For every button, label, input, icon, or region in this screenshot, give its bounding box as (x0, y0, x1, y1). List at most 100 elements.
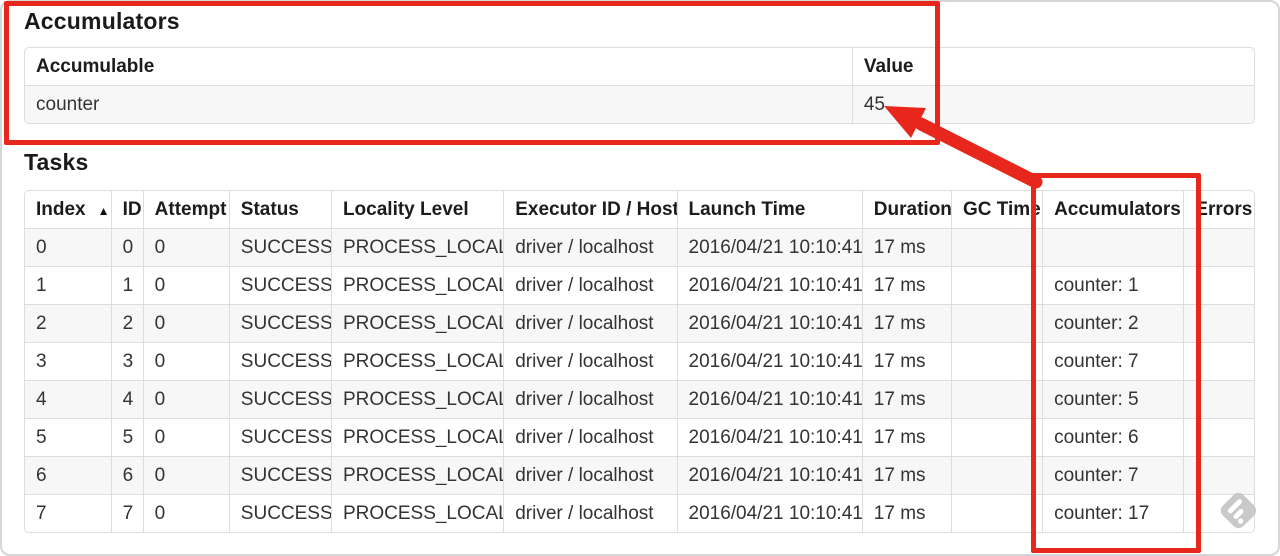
task-cell-errors (1183, 228, 1254, 267)
task-cell-status: SUCCESS (228, 304, 332, 343)
column-header-executor-id-host[interactable]: Executor ID / Host (503, 191, 677, 229)
spark-stage-detail-page: Accumulators Accumulable Value counter 45 … (0, 0, 1280, 556)
task-cell-attempt: 0 (142, 418, 230, 457)
task-cell-executor-id-host: driver / localhost (503, 494, 677, 532)
sort-ascending-icon: ▲ (97, 203, 110, 218)
task-cell-gc-time (950, 342, 1043, 381)
task-cell-index: 6 (25, 456, 112, 495)
accumulable-name-cell: counter (25, 85, 853, 123)
column-header-value[interactable]: Value (851, 48, 1254, 86)
task-cell-gc-time (950, 304, 1043, 343)
task-cell-launch-time: 2016/04/21 10:10:41 (676, 304, 863, 343)
accumulable-table: Accumulable Value counter 45 (24, 47, 1255, 124)
task-cell-id: 0 (110, 228, 144, 267)
task-row: 6 6 0 SUCCESS PROCESS_LOCAL driver / localhos… (25, 456, 1254, 495)
task-cell-gc-time (950, 380, 1043, 419)
task-cell-launch-time: 2016/04/21 10:10:41 (676, 266, 863, 305)
column-header-id[interactable]: ID (110, 191, 144, 229)
task-cell-status: SUCCESS (228, 418, 332, 457)
task-cell-errors (1183, 380, 1254, 419)
task-cell-index: 5 (25, 418, 112, 457)
task-cell-duration: 17 ms (861, 228, 952, 267)
task-cell-accumulators (1042, 228, 1184, 267)
column-header-accumulators[interactable]: Accumulators (1042, 191, 1184, 229)
accumulable-row: counter 45 (25, 85, 1254, 123)
task-cell-duration: 17 ms (861, 494, 952, 532)
task-cell-id: 6 (110, 456, 144, 495)
task-cell-id: 2 (110, 304, 144, 343)
column-header-gc-time[interactable]: GC Time (950, 191, 1043, 229)
task-cell-locality-level: PROCESS_LOCAL (330, 494, 504, 532)
task-cell-attempt: 0 (142, 380, 230, 419)
column-header-label: Locality Level (342, 198, 469, 220)
column-header-label: Errors (1195, 198, 1253, 220)
task-cell-launch-time: 2016/04/21 10:10:41 (676, 380, 863, 419)
column-header-duration[interactable]: Duration (861, 191, 952, 229)
task-cell-status: SUCCESS (228, 380, 332, 419)
task-cell-duration: 17 ms (861, 342, 952, 381)
task-cell-duration: 17 ms (861, 266, 952, 305)
task-cell-index: 1 (25, 266, 112, 305)
task-cell-duration: 17 ms (861, 456, 952, 495)
task-cell-launch-time: 2016/04/21 10:10:41 (676, 418, 863, 457)
task-row: 7 7 0 SUCCESS PROCESS_LOCAL driver / localhos… (25, 494, 1254, 532)
task-cell-errors (1183, 418, 1254, 457)
task-cell-accumulators: counter: 6 (1042, 418, 1184, 457)
accumulators-section-heading: Accumulators (24, 8, 180, 34)
task-cell-launch-time: 2016/04/21 10:10:41 (676, 228, 863, 267)
task-cell-index: 2 (25, 304, 112, 343)
column-header-attempt[interactable]: Attempt (142, 191, 230, 229)
task-cell-attempt: 0 (142, 304, 230, 343)
task-cell-errors (1183, 266, 1254, 305)
task-cell-accumulators: counter: 7 (1042, 456, 1184, 495)
column-header-errors[interactable]: Errors (1183, 191, 1254, 229)
task-cell-accumulators: counter: 7 (1042, 342, 1184, 381)
column-header-accumulable[interactable]: Accumulable (25, 48, 852, 86)
task-cell-id: 4 (110, 380, 144, 419)
task-cell-id: 3 (110, 342, 144, 381)
task-cell-index: 4 (25, 380, 112, 419)
task-cell-launch-time: 2016/04/21 10:10:41 (676, 456, 863, 495)
task-cell-attempt: 0 (142, 456, 230, 495)
task-cell-index: 3 (25, 342, 112, 381)
task-cell-accumulators: counter: 1 (1042, 266, 1184, 305)
tasks-section-heading: Tasks (24, 149, 89, 175)
task-cell-locality-level: PROCESS_LOCAL (330, 266, 504, 305)
task-row: 0 0 0 SUCCESS PROCESS_LOCAL driver / localhos… (25, 228, 1254, 267)
task-cell-duration: 17 ms (861, 304, 952, 343)
task-cell-gc-time (950, 456, 1043, 495)
task-cell-attempt: 0 (142, 228, 230, 267)
column-header-label: Status (240, 198, 299, 220)
task-row: 4 4 0 SUCCESS PROCESS_LOCAL driver / localhos… (25, 380, 1254, 419)
task-cell-id: 7 (110, 494, 144, 532)
tasks-table: Index ▲ ID Attempt Status Locality Level Execu… (24, 190, 1255, 533)
skitch-watermark-icon (1220, 492, 1257, 529)
column-header-launch-time[interactable]: Launch Time (676, 191, 863, 229)
task-cell-index: 7 (25, 494, 112, 532)
task-cell-errors (1183, 342, 1254, 381)
task-cell-locality-level: PROCESS_LOCAL (330, 380, 504, 419)
column-header-index[interactable]: Index ▲ (25, 191, 111, 229)
task-cell-executor-id-host: driver / localhost (503, 380, 677, 419)
task-cell-accumulators: counter: 2 (1042, 304, 1184, 343)
column-header-label: Index (36, 198, 86, 220)
task-cell-executor-id-host: driver / localhost (503, 342, 677, 381)
column-header-label: GC Time (962, 198, 1041, 220)
accumulable-header-row: Accumulable Value (25, 48, 1254, 86)
task-cell-locality-level: PROCESS_LOCAL (330, 228, 504, 267)
task-cell-locality-level: PROCESS_LOCAL (330, 304, 504, 343)
task-cell-launch-time: 2016/04/21 10:10:41 (676, 342, 863, 381)
column-header-label: Attempt (154, 198, 227, 220)
task-cell-duration: 17 ms (861, 380, 952, 419)
task-cell-status: SUCCESS (228, 342, 332, 381)
column-header-status[interactable]: Status (228, 191, 332, 229)
task-cell-executor-id-host: driver / localhost (503, 228, 677, 267)
task-row: 2 2 0 SUCCESS PROCESS_LOCAL driver / localhos… (25, 304, 1254, 343)
task-cell-gc-time (950, 228, 1043, 267)
task-row: 1 1 0 SUCCESS PROCESS_LOCAL driver / localhos… (25, 266, 1254, 305)
task-cell-index: 0 (25, 228, 112, 267)
task-cell-gc-time (950, 266, 1043, 305)
task-cell-locality-level: PROCESS_LOCAL (330, 418, 504, 457)
task-cell-status: SUCCESS (228, 494, 332, 532)
column-header-locality-level[interactable]: Locality Level (330, 191, 504, 229)
